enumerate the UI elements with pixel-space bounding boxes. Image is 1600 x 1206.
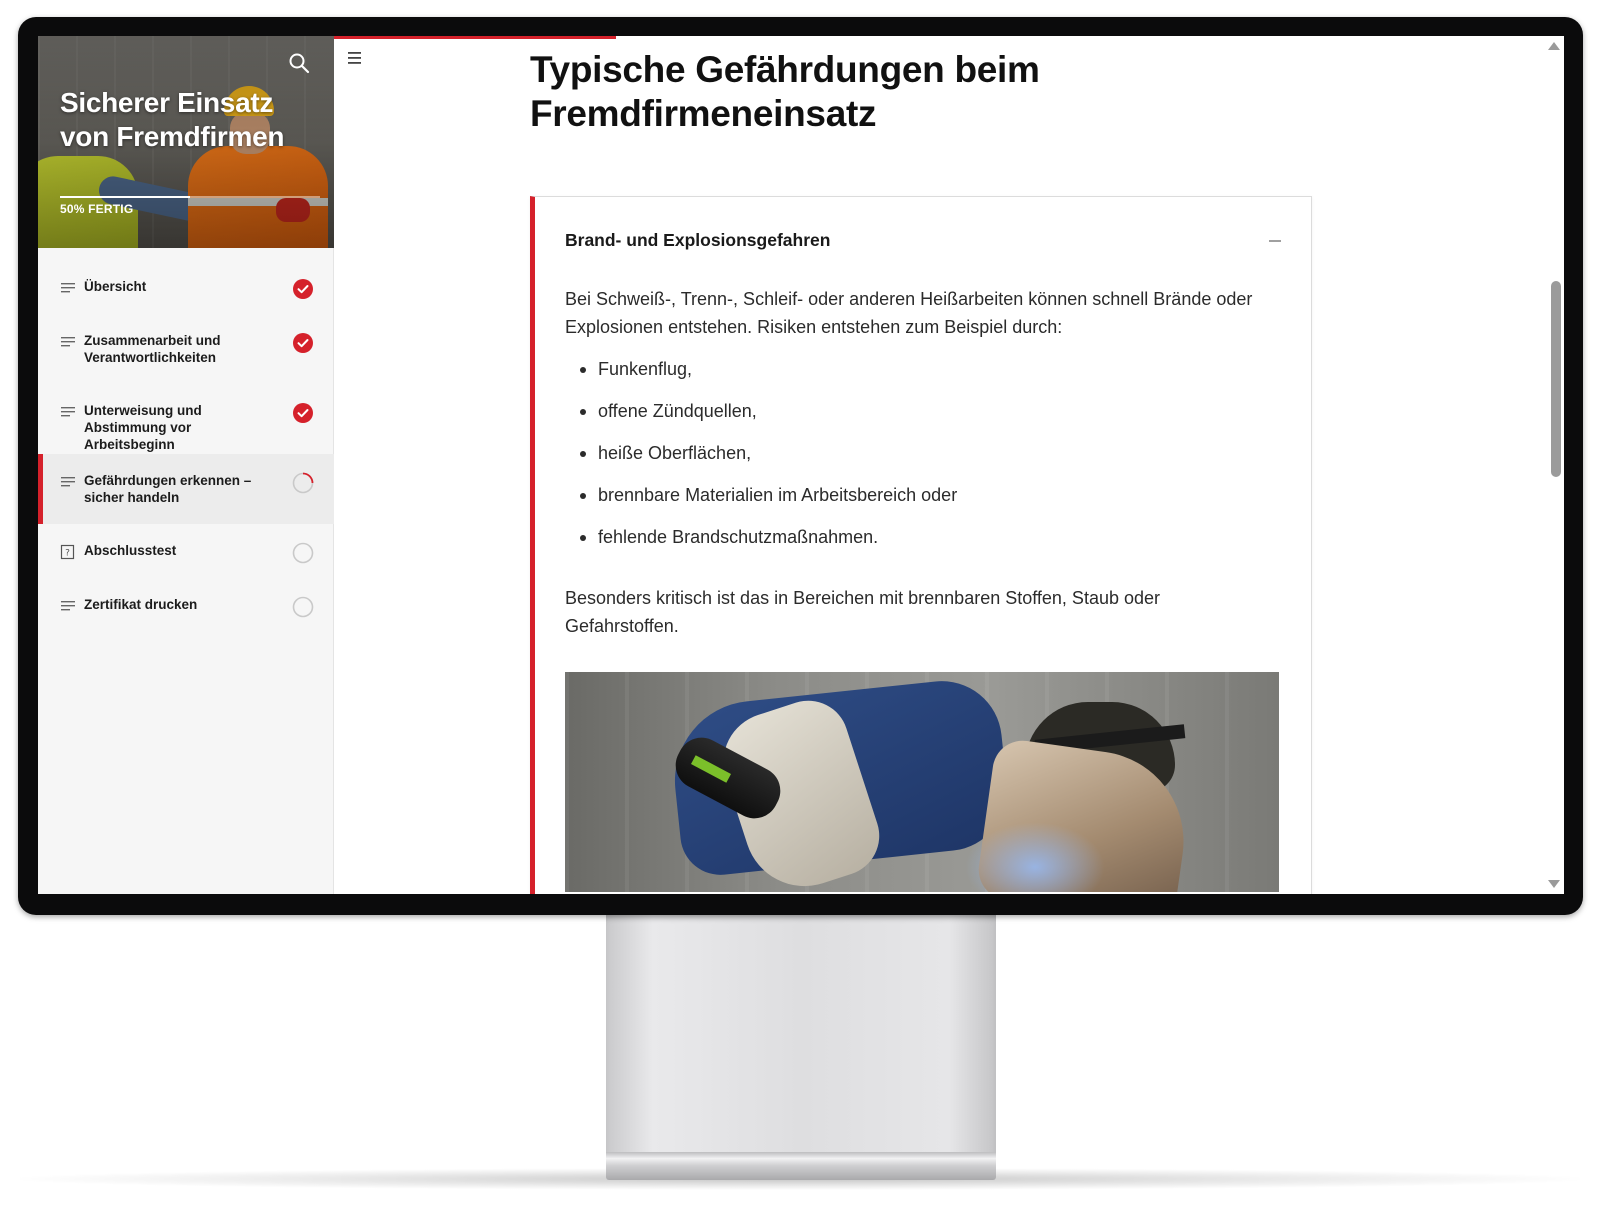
lesson-nav: Übersicht Zusammenarbeit und Verantwortli…: [38, 260, 334, 632]
accordion-intro: Bei Schweiß-, Trenn-, Schleif- oder ande…: [565, 289, 1253, 337]
course-title: Sicherer Einsatz von Fremdfirmen: [60, 87, 285, 152]
lines-icon: [61, 601, 75, 611]
page-title: Typische Gefährdungen beim Fremdfirmenei…: [530, 49, 1040, 134]
sidebar-item-label: Zusammenarbeit und Verantwortlichkeiten: [84, 333, 221, 365]
sidebar-item-label: Unterweisung und Abstimmung vor Arbeitsb…: [84, 403, 202, 452]
risk-list-item: brennbare Materialien im Arbeitsbereich …: [565, 481, 1265, 523]
lines-icon: [61, 407, 75, 417]
risk-list-item: Funkenflug,: [565, 355, 1265, 397]
scroll-down-arrow-icon[interactable]: [1548, 880, 1560, 888]
course-progress-fill: [60, 196, 190, 198]
quiz-icon: ?: [60, 544, 75, 560]
check-complete-icon: [293, 279, 313, 299]
sidebar-item-2[interactable]: Unterweisung und Abstimmung vor Arbeitsb…: [38, 384, 334, 454]
in-progress-icon: [292, 472, 314, 494]
not-started-icon: [292, 542, 314, 564]
screen: Sicherer Einsatz von Fremdfirmen 50% FER…: [38, 36, 1564, 894]
check-complete-icon: [293, 403, 313, 423]
accordion-title[interactable]: Brand- und Explosionsgefahren: [565, 230, 830, 251]
accordion-fire-explosion: Brand- und Explosionsgefahren Bei Schwei…: [530, 196, 1312, 894]
risk-list: Funkenflug, offene Zündquellen, heiße Ober…: [565, 355, 1265, 565]
sidebar-item-label: Abschlusstest: [84, 543, 177, 558]
risk-list-item: offene Zündquellen,: [565, 397, 1265, 439]
sidebar-item-label: Gefährdungen erkennen – sicher handeln: [84, 473, 252, 505]
accordion-outro: Besonders kritisch ist das in Bereichen …: [565, 588, 1161, 636]
course-sidebar: Sicherer Einsatz von Fremdfirmen 50% FER…: [38, 36, 334, 894]
risk-list-item: heiße Oberflächen,: [565, 439, 1265, 481]
sidebar-item-4[interactable]: ? Abschlusstest: [38, 524, 334, 578]
svg-text:?: ?: [65, 549, 70, 559]
sidebar-item-5[interactable]: Zertifikat drucken: [38, 578, 334, 632]
risk-list-item: fehlende Brandschutzmaßnahmen.: [565, 523, 1265, 565]
monitor-stand: [606, 912, 996, 1162]
welding-photo: [565, 672, 1279, 892]
lines-icon: [61, 477, 75, 487]
monitor-stand-base: [606, 1158, 996, 1180]
sidebar-item-1[interactable]: Zusammenarbeit und Verantwortlichkeiten: [38, 314, 334, 384]
sidebar-item-3[interactable]: Gefährdungen erkennen – sicher handeln: [38, 454, 334, 524]
sidebar-item-label: Zertifikat drucken: [84, 597, 198, 612]
scroll-up-arrow-icon[interactable]: [1548, 42, 1560, 50]
scrollbar-thumb[interactable]: [1551, 281, 1561, 477]
check-complete-icon: [293, 333, 313, 353]
sidebar-item-0[interactable]: Übersicht: [38, 260, 334, 314]
accordion-body: Bei Schweiß-, Trenn-, Schleif- oder ande…: [565, 285, 1265, 640]
search-icon[interactable]: [288, 52, 310, 74]
collapse-icon[interactable]: [1267, 233, 1283, 249]
lines-icon: [61, 337, 75, 347]
lesson-progress-bar: [334, 36, 616, 39]
lines-icon: [61, 283, 75, 293]
monitor-bezel: Sicherer Einsatz von Fremdfirmen 50% FER…: [18, 17, 1583, 915]
course-progress-label: 50% FERTIG: [60, 202, 134, 216]
not-started-icon: [292, 596, 314, 618]
sidebar-item-label: Übersicht: [84, 279, 147, 294]
course-progress-bar: [60, 196, 320, 198]
menu-icon[interactable]: [346, 50, 364, 66]
